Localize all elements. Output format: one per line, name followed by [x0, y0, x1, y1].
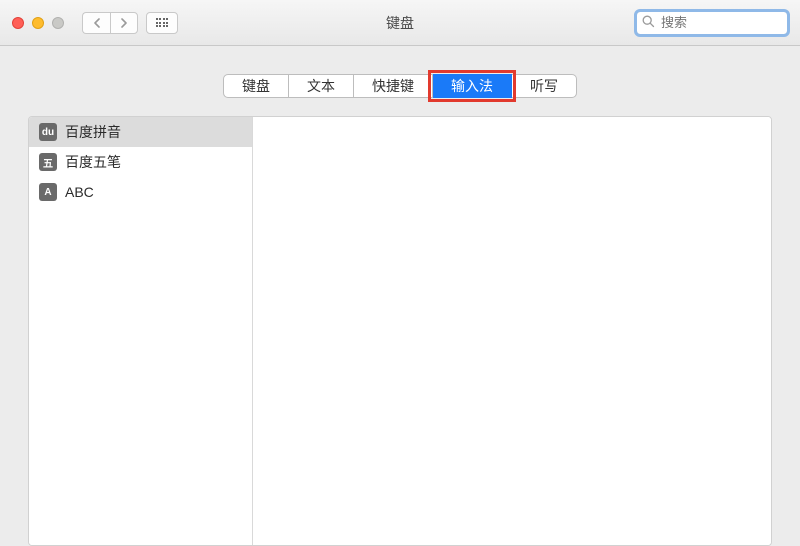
minimize-window-button[interactable]: [32, 17, 44, 29]
input-source-detail: [253, 117, 771, 545]
chevron-right-icon: [120, 18, 128, 28]
input-source-icon: A: [39, 183, 57, 201]
input-source-item-baidu-pinyin[interactable]: du 百度拼音: [29, 117, 252, 147]
window-controls: [12, 17, 64, 29]
search-wrap: [636, 11, 788, 35]
input-source-label: ABC: [65, 184, 94, 200]
tab-shortcuts[interactable]: 快捷键: [354, 74, 433, 98]
input-source-item-baidu-wubi[interactable]: 五 百度五笔: [29, 147, 252, 177]
forward-button[interactable]: [110, 12, 138, 34]
maximize-window-button[interactable]: [52, 17, 64, 29]
tab-dictation[interactable]: 听写: [512, 74, 577, 98]
grid-icon: [156, 18, 169, 27]
nav-group: [82, 12, 178, 34]
show-all-button[interactable]: [146, 12, 178, 34]
tab-input-sources[interactable]: 输入法: [433, 74, 512, 98]
back-button[interactable]: [82, 12, 110, 34]
tab-keyboard[interactable]: 键盘: [223, 74, 289, 98]
window-title: 键盘: [386, 13, 414, 33]
input-source-icon: 五: [39, 153, 57, 171]
input-sources-list: du 百度拼音 五 百度五笔 A ABC: [29, 117, 253, 545]
search-input[interactable]: [636, 11, 788, 35]
input-source-icon: du: [39, 123, 57, 141]
tab-text[interactable]: 文本: [289, 74, 354, 98]
chevron-left-icon: [93, 18, 101, 28]
input-source-label: 百度五笔: [65, 152, 121, 172]
close-window-button[interactable]: [12, 17, 24, 29]
preference-tabs: 键盘 文本 快捷键 输入法 听写: [28, 74, 772, 98]
input-sources-panel: du 百度拼音 五 百度五笔 A ABC: [28, 116, 772, 546]
window-titlebar: 键盘: [0, 0, 800, 46]
content-area: 键盘 文本 快捷键 输入法 听写 du 百度拼音 五 百度五笔 A ABC: [0, 46, 800, 546]
input-source-label: 百度拼音: [65, 122, 121, 142]
input-source-item-abc[interactable]: A ABC: [29, 177, 252, 207]
